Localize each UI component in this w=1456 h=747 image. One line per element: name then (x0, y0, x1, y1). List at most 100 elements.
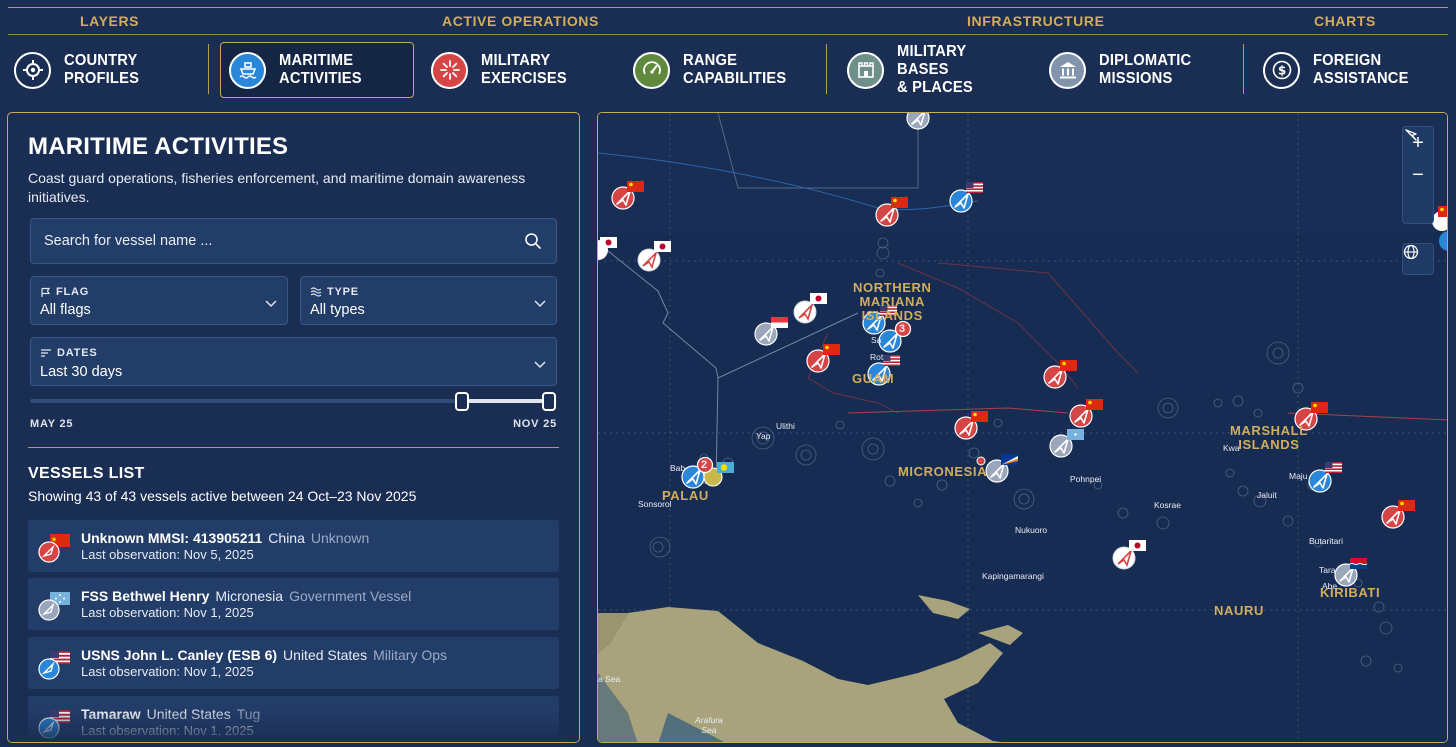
section-label-layers: LAYERS (80, 13, 140, 29)
vessel-last-observation: Last observation: Nov 5, 2025 (81, 547, 254, 562)
flag-filter-select[interactable]: FLAG All flags (30, 276, 288, 325)
vessel-last-observation: Last observation: Nov 1, 2025 (81, 664, 254, 679)
place-label-sonsorol: Sonsorol (638, 499, 672, 509)
ship-icon (229, 51, 266, 89)
type-filter-value: All types (310, 302, 365, 318)
vessel-us-marker-icon (38, 651, 70, 680)
dollar-icon: $ (1263, 51, 1300, 89)
nav-label: MILITARY BASES & PLACES (897, 43, 973, 96)
dates-filter-value: Last 30 days (40, 364, 123, 380)
vessel-line: FSS Bethwel Henry Micronesia Government Ve… (81, 588, 411, 604)
vessel-list-item[interactable]: USNS John L. Canley (ESB 6) United States… (28, 637, 559, 689)
nav-divider (1243, 44, 1244, 94)
vessel-search-input[interactable]: Search for vessel name ... (30, 218, 557, 264)
nav-military-bases-button[interactable]: MILITARY BASES & PLACES (847, 42, 1027, 98)
place-label-tarawa: Tara (1319, 565, 1336, 575)
place-label-kwajalein: Kwa (1223, 443, 1240, 453)
nav-maritime-activities-button[interactable]: MARITIME ACTIVITIES (220, 42, 414, 98)
vessel-list-item[interactable]: FSS Bethwel Henry Micronesia Government Ve… (28, 578, 559, 630)
ocean-shade (598, 113, 1447, 233)
place-label-yap: Yap (756, 431, 771, 441)
nav-label: DIPLOMATIC MISSIONS (1099, 52, 1192, 87)
nav-diplomatic-missions-button[interactable]: DIPLOMATIC MISSIONS (1049, 42, 1229, 98)
cluster-count-palau: 2 (701, 459, 708, 471)
date-range-end-handle[interactable] (542, 392, 557, 411)
place-label-babeldaob: Bab (670, 463, 686, 473)
date-range-start-handle[interactable] (455, 392, 470, 411)
place-label-kapingamarangi: Kapingamarangi (982, 571, 1044, 581)
panel-description: Coast guard operations, fisheries enforc… (28, 170, 526, 205)
nav-label: COUNTRY PROFILES (64, 52, 140, 87)
vessel-line: Unknown MMSI: 413905211 China Unknown (81, 530, 369, 546)
region-label-nauru: NAURU (1214, 603, 1264, 618)
place-label-abemama: Abe (1322, 581, 1338, 591)
section-label-infrastructure: INFRASTRUCTURE (967, 13, 1105, 29)
vessel-line: USNS John L. Canley (ESB 6) United States… (81, 647, 447, 663)
vessel-name: Unknown MMSI: 413905211 (81, 530, 263, 546)
vessel-micronesia-marker-icon (38, 592, 70, 621)
nav-range-capabilities-button[interactable]: RANGE CAPABILITIES (633, 42, 813, 98)
type-filter-select[interactable]: TYPE All types (300, 276, 557, 325)
nav-label: MARITIME ACTIVITIES (279, 52, 362, 87)
flag-filter-value: All flags (40, 302, 91, 318)
search-icon[interactable] (524, 232, 542, 255)
region-label-guam: GUAM (852, 371, 895, 386)
base-icon (847, 51, 884, 89)
place-label-saipan: Sa (871, 335, 882, 345)
place-label-kosrae: Kosrae (1154, 500, 1181, 510)
globe-icon[interactable] (1402, 244, 1434, 274)
vessel-last-observation: Last observation: Nov 1, 2025 (81, 605, 254, 620)
vessel-name: USNS John L. Canley (ESB 6) (81, 647, 278, 663)
place-label-rota: Rot (870, 352, 884, 362)
vessel-type: Unknown (310, 530, 370, 546)
date-range-end-label: NOV 25 (513, 418, 557, 430)
chevron-down-icon (534, 295, 546, 313)
date-range-selection (462, 399, 550, 403)
place-label-arafura-sea: Arafura Sea (695, 715, 723, 735)
zoom-out-button[interactable]: − (1402, 159, 1434, 191)
vessel-country: United States (283, 647, 368, 663)
nav-divider (826, 44, 827, 94)
maritime-activities-panel: MARITIME ACTIVITIES Coast guard operatio… (7, 112, 580, 743)
vessel-type: Government Vessel (289, 588, 412, 604)
map-view[interactable]: 2 3 NORTHERN MARIANA ISLANDS GUAM MICRON… (597, 112, 1448, 743)
compass-icon[interactable] (1402, 129, 1434, 223)
dates-filter-label-row: DATES (40, 347, 97, 359)
vessel-line: Tamaraw United States Tug (81, 706, 260, 722)
section-label-charts: CHARTS (1314, 13, 1376, 29)
map-canvas[interactable] (598, 113, 1448, 743)
search-placeholder: Search for vessel name ... (44, 233, 213, 249)
place-label-jaluit: Jaluit (1257, 490, 1277, 500)
type-filter-label: TYPE (327, 286, 359, 298)
place-label-sea: a Sea (598, 674, 621, 684)
place-label-ulithi: Ulithi (776, 421, 795, 431)
burst-icon (431, 51, 468, 89)
waves-icon (310, 287, 322, 297)
nav-country-profiles-button[interactable]: COUNTRY PROFILES (14, 42, 194, 98)
nav-top-rule (8, 7, 1448, 8)
vessel-china-marker-icon (38, 534, 70, 563)
vessels-list-title: VESSELS LIST (28, 465, 145, 482)
nav-foreign-assistance-button[interactable]: $ FOREIGN ASSISTANCE (1263, 42, 1443, 98)
nav-military-exercises-button[interactable]: MILITARY EXERCISES (431, 42, 611, 98)
place-label-majuro: Maju (1289, 471, 1308, 481)
region-label-micronesia: MICRONESIA (898, 464, 988, 479)
place-label-pohnpei: Pohnpei (1070, 474, 1102, 484)
nav-label: MILITARY EXERCISES (481, 52, 567, 87)
nav-divider (208, 44, 209, 94)
top-navigation: LAYERS ACTIVE OPERATIONS INFRASTRUCTURE … (0, 0, 1456, 104)
vessel-country: China (268, 530, 305, 546)
region-label-northern-mariana-islands: NORTHERN MARIANA ISLANDS (853, 280, 932, 323)
vessel-type: Military Ops (373, 647, 448, 663)
flag-filter-label-row: FLAG (40, 286, 89, 298)
dates-filter-select[interactable]: DATES Last 30 days (30, 337, 557, 386)
vessel-list-item[interactable]: Unknown MMSI: 413905211 China Unknown Last… (28, 520, 559, 572)
nav-label: FOREIGN ASSISTANCE (1313, 52, 1409, 87)
type-filter-label-row: TYPE (310, 286, 359, 298)
vessel-list-item[interactable]: Tamaraw United States Tug Last observation… (28, 696, 559, 742)
cluster-count-marianas: 3 (899, 323, 906, 335)
place-label-butaritari: Butaritari (1309, 536, 1344, 546)
vessel-type: Tug (236, 706, 261, 722)
vessel-last-observation: Last observation: Nov 1, 2025 (81, 723, 254, 738)
globe-view-control (1402, 243, 1434, 275)
